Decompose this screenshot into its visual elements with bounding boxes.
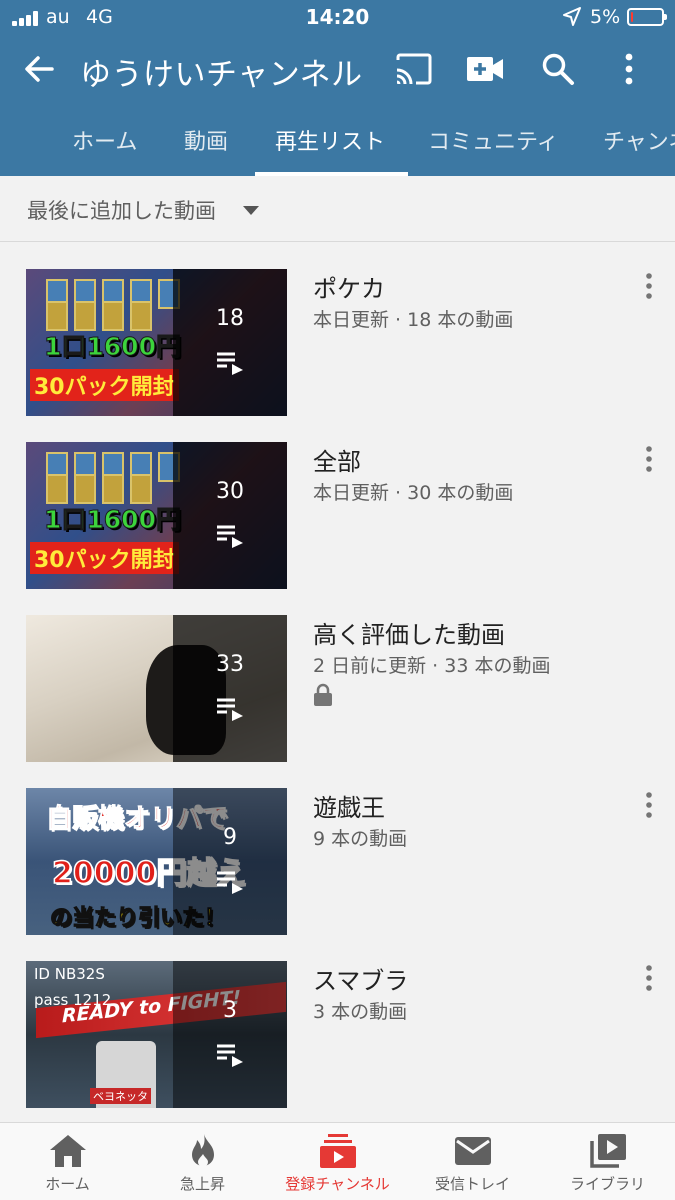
playlist-item[interactable]: 33 高く評価した動画 2 日前に更新 · 33 本の動画: [0, 615, 675, 765]
playlist-meta: 2 日前に更新 · 33 本の動画: [313, 655, 551, 677]
playlist-meta: 本日更新 · 18 本の動画: [313, 309, 514, 331]
playlist-thumbnail[interactable]: 1口1600円 30パック開封 18: [26, 269, 287, 416]
thumbnail-text: 30パック開封: [30, 542, 179, 574]
more-icon[interactable]: [638, 790, 660, 820]
lock-icon: [314, 683, 332, 706]
playlist-thumbnail[interactable]: 自販機オリパで 20000円越え の当たり引いた！ 9: [26, 788, 287, 935]
cast-icon[interactable]: [394, 52, 434, 86]
tab-bar: ホーム 動画 再生リスト コミュニティ チャンネル: [0, 104, 675, 176]
library-icon: [589, 1134, 626, 1168]
thumbnail-text: ベヨネッタ: [90, 1088, 151, 1104]
subscriptions-icon: [319, 1134, 356, 1168]
playlist-thumbnail[interactable]: READY to FIGHT! ID NB32S pass 1212 ベヨネッタ…: [26, 961, 287, 1108]
battery-icon: [627, 8, 667, 26]
home-icon: [49, 1135, 86, 1167]
nav-trending[interactable]: 急上昇: [135, 1123, 270, 1200]
nav-label: 登録チャンネル: [285, 1175, 390, 1193]
battery-percent: 5%: [590, 6, 621, 28]
tab-videos[interactable]: 動画: [184, 124, 228, 156]
playlist-item[interactable]: 1口1600円 30パック開封 18 ポケカ 本日更新 · 18 本の動画: [0, 269, 675, 419]
app-bar: ゆうけいチャンネル: [0, 36, 675, 104]
tab-playlists[interactable]: 再生リスト: [275, 124, 385, 156]
tab-community[interactable]: コミュニティ: [428, 124, 559, 156]
back-icon[interactable]: [22, 52, 56, 86]
playlist-meta: 本日更新 · 30 本の動画: [313, 482, 514, 504]
playlist-meta: 9 本の動画: [313, 828, 408, 850]
playlist-icon: [217, 352, 243, 375]
more-icon[interactable]: [638, 444, 660, 474]
thumbnail-overlay: [173, 788, 287, 935]
thumbnail-overlay: [173, 269, 287, 416]
thumbnail-text: 30パック開封: [30, 369, 179, 401]
more-icon[interactable]: [638, 963, 660, 993]
playlist-item[interactable]: 1口1600円 30パック開封 30 全部 本日更新 · 30 本の動画: [0, 442, 675, 592]
thumbnail-text: 1口1600円: [44, 332, 182, 362]
camera-icon[interactable]: [466, 54, 504, 84]
playlist-thumbnail[interactable]: 1口1600円 30パック開封 30: [26, 442, 287, 589]
dropdown-arrow-icon: [243, 206, 259, 215]
nav-label: 受信トレイ: [434, 1175, 510, 1193]
playlist-icon: [217, 525, 243, 548]
search-icon[interactable]: [541, 52, 575, 86]
nav-label: ホーム: [45, 1175, 90, 1193]
nav-library[interactable]: ライブラリ: [540, 1123, 675, 1200]
nav-home[interactable]: ホーム: [0, 1123, 135, 1200]
playlist-meta: 3 本の動画: [313, 1001, 408, 1023]
video-count: 3: [223, 998, 237, 1023]
sort-label: 最後に追加した動画: [27, 199, 216, 223]
tab-channels[interactable]: チャンネル: [603, 124, 675, 156]
thumbnail-text: pass 1212: [34, 991, 112, 1009]
playlist-title[interactable]: 高く評価した動画: [313, 615, 505, 650]
nav-inbox[interactable]: 受信トレイ: [405, 1123, 540, 1200]
playlist-item[interactable]: READY to FIGHT! ID NB32S pass 1212 ベヨネッタ…: [0, 961, 675, 1111]
more-icon[interactable]: [618, 52, 640, 86]
thumbnail-overlay: [173, 961, 287, 1108]
playlist-title[interactable]: 遊戯王: [313, 788, 385, 823]
sort-dropdown[interactable]: 最後に追加した動画: [0, 176, 675, 242]
more-icon[interactable]: [638, 271, 660, 301]
playlist-title[interactable]: スマブラ: [313, 961, 408, 996]
playlist-title[interactable]: 全部: [313, 442, 361, 477]
playlist-title[interactable]: ポケカ: [313, 269, 385, 304]
thumbnail-text: ID NB32S: [34, 965, 105, 983]
playlist-thumbnail[interactable]: 33: [26, 615, 287, 762]
video-count: 30: [216, 479, 244, 504]
playlist-icon: [217, 871, 243, 894]
trending-icon: [191, 1134, 214, 1167]
video-count: 18: [216, 306, 244, 331]
playlist-item[interactable]: 自販機オリパで 20000円越え の当たり引いた！ 9 遊戯王 9 本の動画: [0, 788, 675, 938]
thumbnail-overlay: [173, 442, 287, 589]
thumbnail-text: 1口1600円: [44, 505, 182, 535]
nav-label: ライブラリ: [569, 1175, 645, 1193]
inbox-icon: [454, 1137, 491, 1165]
location-icon: [563, 7, 581, 26]
battery-fill: [631, 12, 633, 22]
channel-title: ゆうけいチャンネル: [80, 57, 363, 93]
tab-home[interactable]: ホーム: [72, 124, 137, 156]
thumbnail-overlay: [173, 615, 287, 762]
video-count: 9: [223, 825, 237, 850]
playlist-icon: [217, 698, 243, 721]
nav-subscriptions[interactable]: 登録チャンネル: [270, 1123, 405, 1200]
playlist-icon: [217, 1044, 243, 1067]
nav-label: 急上昇: [179, 1175, 225, 1193]
status-bar: au 4G 14:20 5%: [0, 0, 675, 36]
video-count: 33: [216, 652, 244, 677]
bottom-navigation: ホーム 急上昇 登録チャンネル 受信トレイ ライブラリ: [0, 1122, 675, 1200]
